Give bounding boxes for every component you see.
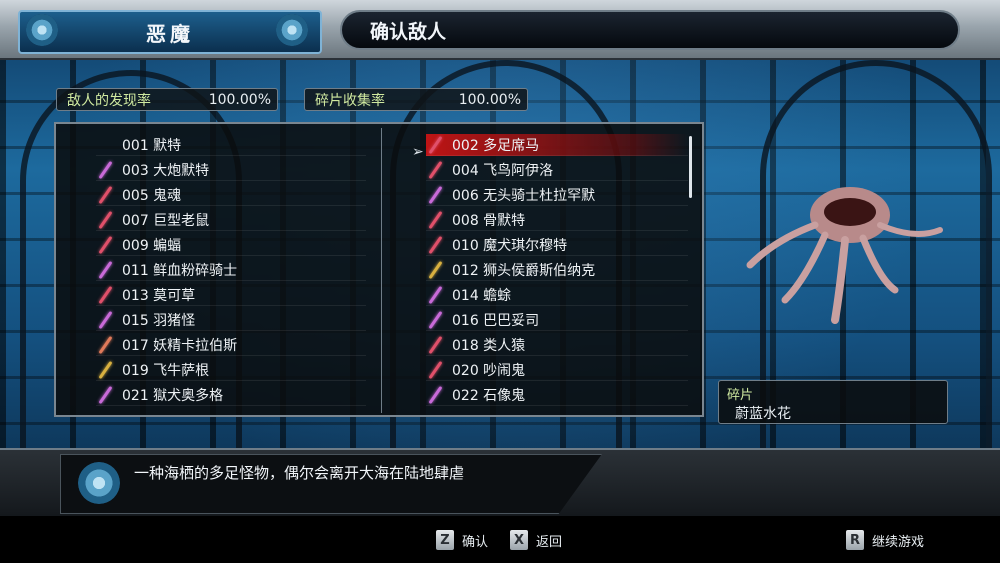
shard-gem-icon xyxy=(426,312,446,328)
enemy-list-item[interactable]: 009 蝙蝠 xyxy=(96,234,366,256)
shard-gem-icon xyxy=(426,387,446,403)
enemy-name: 009 蝙蝠 xyxy=(122,237,182,254)
confirm-hint[interactable]: Z 确认 xyxy=(436,530,488,550)
enemy-list-item[interactable]: 005 鬼魂 xyxy=(96,184,366,206)
shard-collection-panel: 碎片收集率 100.00% xyxy=(304,88,528,111)
shard-info-value: 蔚蓝水花 xyxy=(735,406,791,422)
enemy-name: 005 鬼魂 xyxy=(122,187,182,204)
confirm-hint-label: 确认 xyxy=(462,534,489,550)
enemy-name: 018 类人猿 xyxy=(452,337,526,354)
enemy-name: 013 莫可草 xyxy=(122,287,196,304)
enemy-list-item[interactable]: 017 妖精卡拉伯斯 xyxy=(96,334,366,356)
z-key-icon: Z xyxy=(436,530,454,550)
continue-hint-label: 继续游戏 xyxy=(872,534,925,550)
shard-gem-icon xyxy=(426,237,446,253)
enemy-name: 011 鲜血粉碎骑士 xyxy=(122,262,238,279)
shard-info-title: 碎片 xyxy=(727,388,754,403)
shard-gem-icon xyxy=(426,187,446,203)
enemy-name: 010 魔犬琪尔穆特 xyxy=(452,237,568,254)
enemy-name: 012 狮头侯爵斯伯纳克 xyxy=(452,262,596,279)
enemy-list-item[interactable]: 014 蟾蜍 xyxy=(426,284,688,306)
enemy-list-item[interactable]: 018 类人猿 xyxy=(426,334,688,356)
shard-collection-label: 碎片收集率 xyxy=(315,92,385,109)
shard-gem-icon xyxy=(96,162,116,178)
shard-gem-icon xyxy=(426,137,446,153)
discovery-rate-value: 100.00% xyxy=(208,91,271,108)
enemy-list-item[interactable]: 021 獄犬奥多格 xyxy=(96,384,366,406)
enemy-list-item[interactable]: 012 狮头侯爵斯伯纳克 xyxy=(426,259,688,281)
shard-gem-icon xyxy=(96,287,116,303)
enemy-name: 003 大炮默特 xyxy=(122,162,210,179)
shard-collection-value: 100.00% xyxy=(458,91,521,108)
enemy-list-item[interactable]: 019 飞牛萨根 xyxy=(96,359,366,381)
shard-gem-icon xyxy=(96,237,116,253)
enemy-name: 004 飞鸟阿伊洛 xyxy=(452,162,554,179)
shard-gem-icon xyxy=(426,287,446,303)
screen-title-bar: 确认敌人 xyxy=(340,10,960,50)
enemy-list-item[interactable]: 016 巴巴妥司 xyxy=(426,309,688,331)
enemy-list-item[interactable]: 015 羽猪怪 xyxy=(96,309,366,331)
shard-gem-icon xyxy=(426,337,446,353)
enemy-list-item[interactable]: 007 巨型老鼠 xyxy=(96,209,366,231)
enemy-name: 014 蟾蜍 xyxy=(452,287,512,304)
shard-gem-icon xyxy=(96,337,116,353)
enemy-list-item[interactable]: 020 吵闹鬼 xyxy=(426,359,688,381)
rose-ornament-right-icon xyxy=(276,14,308,46)
category-title: 恶魔 xyxy=(146,21,194,46)
shard-gem-icon xyxy=(96,362,116,378)
enemy-list-item[interactable]: 010 魔犬琪尔穆特 xyxy=(426,234,688,256)
discovery-rate-label: 敌人的发现率 xyxy=(67,92,151,109)
back-hint-label: 返回 xyxy=(536,534,563,550)
shard-info-panel: 碎片 蔚蓝水花 xyxy=(718,380,948,424)
enemy-description: 一种海栖的多足怪物，偶尔会离开大海在陆地肆虐 xyxy=(134,464,465,482)
enemy-list-item[interactable]: 013 莫可草 xyxy=(96,284,366,306)
enemy-name: 001 默特 xyxy=(122,137,182,154)
shard-gem-icon xyxy=(96,262,116,278)
r-key-icon: R xyxy=(846,530,864,550)
enemy-name: 017 妖精卡拉伯斯 xyxy=(122,337,238,354)
enemy-list-item[interactable]: 003 大炮默特 xyxy=(96,159,366,181)
enemy-name: 015 羽猪怪 xyxy=(122,312,196,329)
screen-title: 确认敌人 xyxy=(370,20,447,43)
shard-gem-icon xyxy=(426,162,446,178)
shard-gem-icon xyxy=(426,212,446,228)
description-bar: 一种海栖的多足怪物，偶尔会离开大海在陆地肆虐 xyxy=(0,448,1000,518)
shard-gem-icon xyxy=(96,187,116,203)
discovery-rate-panel: 敌人的发现率 100.00% xyxy=(56,88,278,111)
enemy-list-item[interactable]: 006 无头骑士杜拉罕默 xyxy=(426,184,688,206)
enemy-name: 022 石像鬼 xyxy=(452,387,526,404)
x-key-icon: X xyxy=(510,530,528,550)
selection-cursor-icon: ➢ xyxy=(412,144,424,160)
enemy-name: 020 吵闹鬼 xyxy=(452,362,526,379)
shard-gem-icon xyxy=(96,312,116,328)
enemy-list-item[interactable]: 011 鲜血粉碎骑士 xyxy=(96,259,366,281)
column-divider xyxy=(381,128,382,413)
header-bar: 恶魔 确认敌人 xyxy=(0,0,1000,60)
enemy-name: 006 无头骑士杜拉罕默 xyxy=(452,187,596,204)
enemy-name: 007 巨型老鼠 xyxy=(122,212,210,229)
back-hint[interactable]: X 返回 xyxy=(510,530,562,550)
shard-gem-icon xyxy=(426,262,446,278)
enemy-list-item[interactable]: 022 石像鬼 xyxy=(426,384,688,406)
continue-hint[interactable]: R 继续游戏 xyxy=(846,530,924,550)
enemy-list-item-selected[interactable]: 002 多足席马 xyxy=(426,134,688,156)
enemy-name: 016 巴巴妥司 xyxy=(452,312,540,329)
enemy-list-item[interactable]: 008 骨默特 xyxy=(426,209,688,231)
enemy-list-panel: ➢ 001 默特 003 大炮默特 005 鬼魂 007 巨型老鼠 009 蝙蝠 011 … xyxy=(54,122,704,417)
shard-gem-icon xyxy=(426,362,446,378)
shard-gem-icon xyxy=(96,387,116,403)
rose-emblem-icon xyxy=(78,462,120,504)
enemy-portrait xyxy=(746,187,943,324)
enemy-name: 002 多足席马 xyxy=(452,137,540,154)
enemy-name: 008 骨默特 xyxy=(452,212,526,229)
enemy-name: 021 獄犬奥多格 xyxy=(122,387,224,404)
list-scrollbar[interactable] xyxy=(689,136,692,198)
enemy-name: 019 飞牛萨根 xyxy=(122,362,210,379)
shard-gem-icon xyxy=(96,212,116,228)
enemy-list-item[interactable]: 001 默特 xyxy=(96,134,366,156)
rose-ornament-left-icon xyxy=(26,14,58,46)
enemy-list-item[interactable]: 004 飞鸟阿伊洛 xyxy=(426,159,688,181)
